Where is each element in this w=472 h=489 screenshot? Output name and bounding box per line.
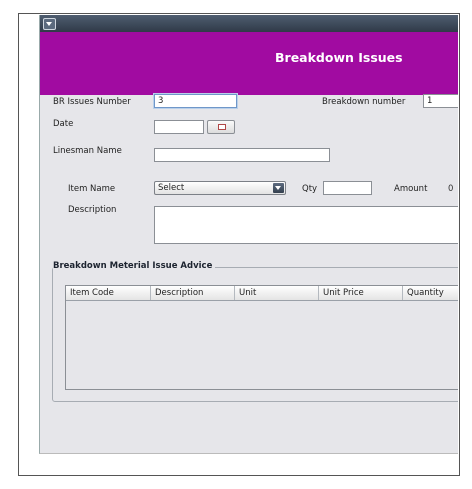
linesman-name-field[interactable] <box>154 148 330 162</box>
issue-advice-table[interactable]: Item Code Description Unit Unit Price Qu… <box>65 285 458 390</box>
item-name-selected: Select <box>158 183 185 193</box>
page-title: Breakdown Issues <box>275 50 403 65</box>
breakdown-number-label: Breakdown number <box>322 97 406 107</box>
app-window: Breakdown Issues BR Issues Number 3 Brea… <box>39 15 458 454</box>
column-description[interactable]: Description <box>151 286 235 300</box>
amount-value: 0 <box>448 184 454 194</box>
description-textarea[interactable] <box>154 206 458 244</box>
item-name-select[interactable]: Select <box>154 181 286 195</box>
item-name-label: Item Name <box>68 184 116 194</box>
window-menu-icon[interactable] <box>43 18 56 30</box>
description-label: Description <box>68 205 117 215</box>
column-unit[interactable]: Unit <box>235 286 319 300</box>
date-field[interactable] <box>154 120 204 134</box>
amount-label: Amount <box>394 184 428 194</box>
date-picker-button[interactable] <box>207 120 235 134</box>
window-titlebar[interactable] <box>40 15 458 32</box>
br-issues-number-field[interactable]: 3 <box>154 94 237 108</box>
br-issues-number-label: BR Issues Number <box>53 97 131 107</box>
column-quantity[interactable]: Quantity <box>403 286 458 300</box>
qty-field[interactable] <box>323 181 372 195</box>
issue-advice-title: Breakdown Meterial Issue Advice <box>53 261 216 271</box>
chevron-down-icon[interactable] <box>273 183 284 193</box>
linesman-name-label: Linesman Name <box>53 146 122 156</box>
table-header: Item Code Description Unit Unit Price Qu… <box>66 286 458 301</box>
column-item-code[interactable]: Item Code <box>66 286 151 300</box>
calendar-icon <box>218 124 226 130</box>
qty-label: Qty <box>302 184 318 194</box>
column-unit-price[interactable]: Unit Price <box>319 286 403 300</box>
date-label: Date <box>53 119 74 129</box>
breakdown-number-field[interactable]: 1 <box>423 94 458 108</box>
